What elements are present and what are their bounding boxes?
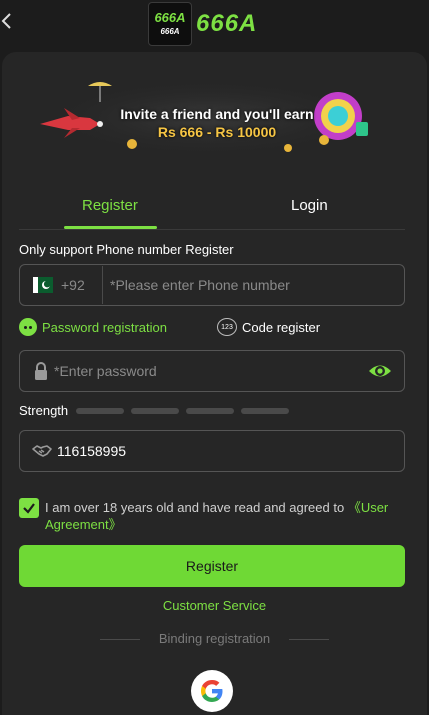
support-hint: Only support Phone number Register	[19, 242, 234, 257]
phone-field: +92	[19, 264, 405, 306]
strength-bar	[131, 408, 179, 414]
register-button[interactable]: Register	[19, 545, 405, 587]
country-code[interactable]: +92	[61, 277, 85, 293]
active-tab-indicator	[64, 226, 157, 229]
divider	[102, 266, 103, 304]
back-arrow-icon[interactable]	[0, 10, 14, 32]
logo-badge-text: 666A	[154, 10, 186, 25]
agreement-statement: I am over 18 years old and have read and…	[45, 500, 348, 515]
tab-register[interactable]: Register	[82, 197, 138, 214]
invite-code-field	[19, 430, 405, 472]
divider-line	[289, 639, 329, 640]
google-signin-button[interactable]	[191, 670, 233, 712]
app-logo: 666A 666A 666A	[148, 2, 257, 46]
code-register-label: Code register	[242, 319, 321, 335]
lock-icon	[35, 362, 47, 380]
eye-icon[interactable]	[368, 361, 392, 381]
invite-code-input[interactable]	[57, 432, 397, 470]
banner-line-2: Rs 666 - Rs 10000	[157, 124, 277, 140]
phone-input[interactable]	[110, 266, 400, 304]
number-code-icon: 123	[217, 318, 237, 336]
pakistan-flag-icon	[33, 277, 53, 293]
handshake-icon	[32, 445, 52, 457]
top-bar: 666A 666A 666A	[0, 0, 429, 50]
customer-service-link[interactable]: Customer Service	[0, 598, 429, 613]
auth-tabs: Register Login	[19, 192, 405, 230]
google-icon	[201, 680, 223, 702]
strength-bar	[186, 408, 234, 414]
registration-options: Password registration 123 Code register	[19, 318, 405, 338]
logo-text: 666A	[196, 10, 258, 37]
password-registration-option[interactable]: Password registration	[19, 318, 167, 336]
promo-banner-text: Invite a friend and you'll earn Rs 666 -…	[108, 106, 326, 140]
strength-meter	[76, 408, 289, 414]
password-dots-icon	[19, 318, 37, 336]
logo-badge: 666A 666A	[148, 2, 192, 46]
banner-line-1: Invite a friend and you'll earn	[120, 106, 314, 122]
password-registration-label: Password registration	[42, 319, 167, 335]
agreement-text: I am over 18 years old and have read and…	[45, 499, 405, 533]
tab-login[interactable]: Login	[291, 197, 328, 214]
strength-bar	[76, 408, 124, 414]
code-register-option[interactable]: 123 Code register	[217, 318, 320, 336]
password-field	[19, 350, 405, 392]
strength-label: Strength	[19, 403, 69, 418]
password-input[interactable]	[54, 352, 354, 390]
binding-divider: Binding registration	[100, 631, 329, 647]
strength-bar	[241, 408, 289, 414]
logo-badge-subtext: 666A	[160, 27, 180, 36]
agreement-checkbox[interactable]	[19, 498, 39, 518]
